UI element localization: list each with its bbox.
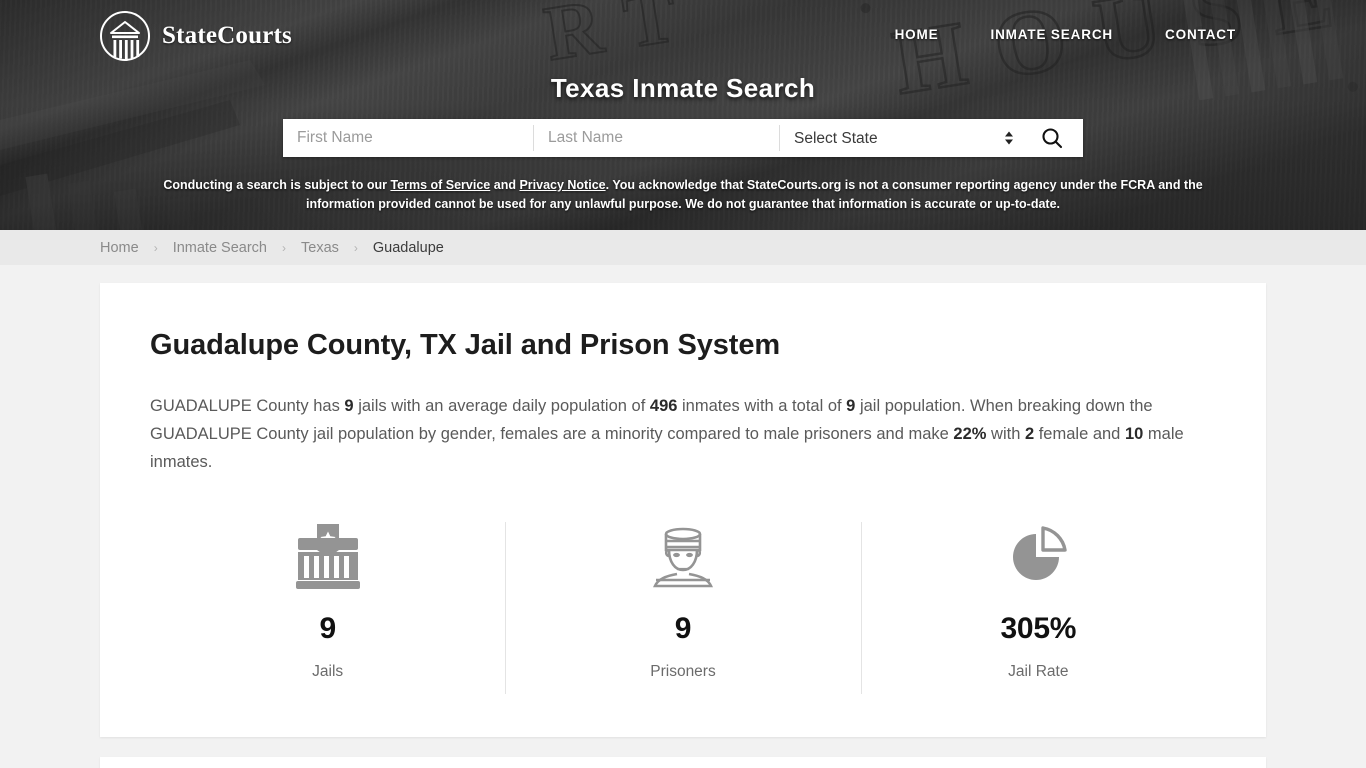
- disclaimer-text-1: Conducting a search is subject to our: [163, 178, 391, 192]
- summary-female-percent: 22%: [953, 425, 987, 443]
- county-overview-card: Guadalupe County, TX Jail and Prison Sys…: [100, 283, 1266, 737]
- page-title: Texas Inmate Search: [550, 73, 816, 103]
- breadcrumb-item-home[interactable]: Home: [100, 240, 139, 256]
- stat-jails: 9 Jails: [150, 516, 505, 681]
- hero-banner: RT HOUSE: [0, 0, 1366, 230]
- search-icon: [1042, 128, 1063, 149]
- summary-text-2: jails with an average daily population o…: [353, 397, 650, 415]
- breadcrumb-separator-icon: ›: [282, 240, 286, 255]
- state-select[interactable]: Select State: [794, 129, 1007, 147]
- site-logo[interactable]: StateCourts: [99, 10, 292, 62]
- stat-jail-rate-value: 305%: [1000, 612, 1077, 645]
- summary-male-count: 10: [1124, 425, 1144, 443]
- main-navigation: HOME INMATE SEARCH CONTACT: [895, 27, 1236, 42]
- summary-female-count: 2: [1024, 425, 1035, 443]
- last-name-input[interactable]: [534, 119, 779, 157]
- breadcrumb-bar: Home › Inmate Search › Texas › Guadalupe: [0, 230, 1366, 265]
- disclaimer-text-2: and: [490, 178, 520, 192]
- pie-chart-icon: [1013, 526, 1068, 580]
- stat-prisoners-value: 9: [674, 612, 692, 645]
- nav-item-inmate-search[interactable]: INMATE SEARCH: [990, 27, 1113, 42]
- stat-jails-value: 9: [319, 612, 336, 645]
- county-summary-paragraph: GUADALUPE County has 9 jails with an ave…: [150, 392, 1210, 476]
- breadcrumb-separator-icon: ›: [153, 240, 158, 255]
- summary-adp-count: 496: [649, 397, 678, 415]
- breadcrumb-item-inmate-search[interactable]: Inmate Search: [173, 240, 267, 256]
- stat-jail-rate: 305% Jail Rate: [860, 516, 1216, 694]
- summary-jails-count: 9: [344, 397, 354, 415]
- county-stats-row: 9 Jails 9 Prisoners 305% Jail Rate: [150, 516, 1216, 737]
- prisoner-icon: [653, 527, 713, 588]
- privacy-notice-link[interactable]: Privacy Notice: [519, 178, 605, 192]
- site-logo-text: StateCourts: [162, 22, 292, 49]
- summary-text-1: GUADALUPE County has: [150, 397, 345, 415]
- courthouse-seal-icon: [100, 11, 150, 61]
- breadcrumb: Home › Inmate Search › Texas › Guadalupe: [100, 240, 444, 256]
- stat-prisoners-label: Prisoners: [650, 663, 716, 680]
- search-disclaimer: Conducting a search is subject to our Te…: [128, 176, 1238, 214]
- nav-item-contact[interactable]: CONTACT: [1165, 27, 1236, 42]
- stat-prisoners-icon-wrap: [515, 516, 850, 598]
- jail-building-icon: [295, 524, 360, 589]
- breadcrumb-item-guadalupe: Guadalupe: [372, 239, 444, 256]
- summary-text-5: with: [986, 425, 1025, 443]
- state-select-wrapper: Select State: [780, 119, 1021, 157]
- nav-item-home[interactable]: HOME: [895, 27, 939, 42]
- stat-prisoners: 9 Prisoners: [505, 516, 860, 694]
- stat-jails-label: Jails: [312, 663, 344, 680]
- summary-text-6: female and: [1034, 425, 1125, 443]
- stat-jails-icon-wrap: [160, 516, 495, 598]
- stat-jail-rate-label: Jail Rate: [1008, 663, 1069, 680]
- stat-jail-rate-icon-wrap: [871, 516, 1206, 598]
- next-section-card: [100, 757, 1266, 768]
- summary-total-population: 9: [846, 397, 856, 415]
- breadcrumb-separator-icon: ›: [353, 240, 358, 255]
- terms-of-service-link[interactable]: Terms of Service: [390, 178, 490, 192]
- page-content: Guadalupe County, TX Jail and Prison Sys…: [0, 283, 1366, 768]
- first-name-input[interactable]: [283, 119, 533, 157]
- summary-text-3: inmates with a total of: [677, 397, 847, 415]
- county-heading: Guadalupe County, TX Jail and Prison Sys…: [150, 329, 781, 361]
- breadcrumb-item-texas[interactable]: Texas: [301, 240, 339, 256]
- inmate-search-form: Select State: [283, 119, 1083, 157]
- search-button[interactable]: [1021, 119, 1083, 157]
